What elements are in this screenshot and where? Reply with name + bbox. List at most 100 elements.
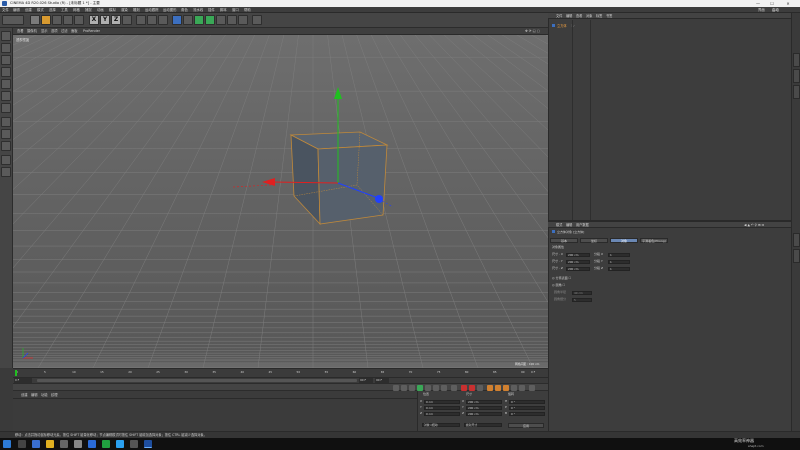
z-axis-lock-icon[interactable]: Z (111, 15, 121, 25)
close-button[interactable]: ✕ (782, 0, 794, 7)
make-editable-icon[interactable] (1, 31, 11, 41)
texture-mode-icon[interactable] (1, 55, 11, 65)
rot-b-field[interactable]: 0 ° (509, 411, 545, 416)
mail-icon[interactable] (74, 440, 82, 448)
object-row-cube[interactable]: 立方体 ⁝ ✓ (552, 24, 592, 29)
attr-nav-icons[interactable]: ◀ ▲ ↶ ⚲ ⊞ ⊡ (744, 222, 764, 228)
fillet-subdivision-input[interactable]: 5 (572, 297, 592, 302)
scale-tool-icon[interactable] (52, 15, 62, 25)
live-select-icon[interactable] (30, 15, 40, 25)
size-z-input[interactable]: 200 cm (566, 266, 590, 271)
viewport-menu-panel[interactable]: 面板 (71, 28, 78, 35)
render-view-icon[interactable] (136, 15, 146, 25)
attr-tab-object[interactable]: 对象 (610, 238, 638, 243)
seg-x-input[interactable]: 1 (608, 252, 630, 257)
workplane-icon[interactable] (1, 67, 11, 77)
rot-p-field[interactable]: 0 ° (509, 405, 545, 410)
attr-tab-phong[interactable]: 平滑着色(Phong) (640, 238, 668, 243)
cinema4d-taskbar-icon[interactable] (144, 440, 152, 448)
obj-menu-tags[interactable]: 标签 (596, 13, 602, 19)
polygons-mode-icon[interactable] (1, 103, 11, 113)
model-mode-icon[interactable] (1, 43, 11, 53)
light-icon[interactable] (252, 15, 262, 25)
photos-icon[interactable] (88, 440, 96, 448)
obj-menu-view[interactable]: 查看 (576, 13, 582, 19)
minimize-button[interactable]: — (752, 0, 764, 7)
floor-icon[interactable] (227, 15, 237, 25)
cube-object-icon[interactable] (172, 15, 182, 25)
viewport-menu-prorender[interactable]: ProRender (83, 28, 100, 35)
object-visibility-dots[interactable]: ⁝ ✓ (571, 24, 576, 28)
fillet-radius-input[interactable]: 40 cm (572, 290, 592, 295)
file-explorer-icon[interactable] (46, 440, 54, 448)
edges-mode-icon[interactable] (1, 91, 11, 101)
size-mode-dropdown[interactable]: 绝对尺寸 (464, 423, 502, 427)
render-settings-icon[interactable] (158, 15, 168, 25)
wechat-icon[interactable] (102, 440, 110, 448)
subdivision-icon[interactable] (194, 15, 204, 25)
timeline-scrub-bar[interactable] (37, 379, 357, 382)
camera-icon[interactable] (238, 15, 248, 25)
apply-button[interactable]: 应用 (508, 423, 544, 428)
viewport-menu-view[interactable]: 查看 (17, 28, 24, 35)
pos-x-field[interactable]: 0 cm (424, 399, 460, 404)
obj-menu-file[interactable]: 文件 (556, 13, 562, 19)
coord-mode-dropdown[interactable]: 对象 (相对) (422, 423, 460, 427)
size-x-field[interactable]: 200 cm (466, 399, 502, 404)
axis-mode-icon[interactable] (1, 117, 11, 127)
object-name[interactable]: 立方体 (557, 24, 567, 28)
size-y-input[interactable]: 200 cm (566, 259, 590, 264)
edge-browser-icon[interactable] (32, 440, 40, 448)
separate-surfaces-checkbox[interactable]: ◎ 分离表面 ☐ (552, 276, 571, 281)
viewport-menu-filter[interactable]: 过滤 (61, 28, 68, 35)
side-tab-objects[interactable] (793, 53, 800, 67)
obj-menu-edit[interactable]: 编辑 (566, 13, 572, 19)
y-axis-lock-icon[interactable]: Y (100, 15, 110, 25)
perspective-viewport[interactable]: 透视视图 网格间距 : 100 cm (13, 35, 548, 368)
viewport-nav-icons[interactable]: ✥ ⟳ ◱ ▢ (525, 28, 540, 35)
obj-menu-bookmarks[interactable]: 书签 (606, 13, 612, 19)
size-y-field[interactable]: 200 cm (466, 405, 502, 410)
points-mode-icon[interactable] (1, 79, 11, 89)
side-tab-attributes[interactable] (793, 233, 800, 247)
viewport-menu-options[interactable]: 选项 (51, 28, 58, 35)
timeline-ruler[interactable]: 051015202530354045505560657075808590 0 F… (13, 368, 548, 383)
playhead-marker[interactable] (15, 370, 17, 376)
tweak-mode-icon[interactable] (1, 129, 11, 139)
obj-menu-objects[interactable]: 对象 (586, 13, 592, 19)
seg-y-input[interactable]: 1 (608, 259, 630, 264)
app-icon[interactable] (130, 440, 138, 448)
side-tab-layers[interactable] (793, 249, 800, 263)
attr-tab-basic[interactable]: 基本 (550, 238, 578, 243)
cloner-icon[interactable] (205, 15, 215, 25)
recent-tools-icon[interactable] (74, 15, 84, 25)
rotate-tool-icon[interactable] (63, 15, 73, 25)
size-x-input[interactable]: 200 cm (566, 252, 590, 257)
rot-h-field[interactable]: 0 ° (509, 399, 545, 404)
maximize-button[interactable]: ☐ (766, 0, 778, 7)
attr-tab-coord[interactable]: 坐标 (580, 238, 608, 243)
coordinate-system-icon[interactable] (122, 15, 132, 25)
windows-start-icon[interactable] (3, 440, 11, 448)
deformer-icon[interactable] (216, 15, 226, 25)
snap-icon[interactable] (1, 141, 11, 151)
side-tab-takes[interactable] (793, 69, 800, 83)
size-z-field[interactable]: 200 cm (466, 411, 502, 416)
undo-redo-icon[interactable] (2, 15, 24, 25)
lock-workplane-icon[interactable] (1, 167, 11, 177)
x-axis-lock-icon[interactable]: X (89, 15, 99, 25)
search-icon[interactable] (18, 440, 26, 448)
move-tool-icon[interactable] (41, 15, 51, 25)
fillet-checkbox[interactable]: ◎ 圆角 ☐ (552, 283, 565, 288)
viewport-menu-cameras[interactable]: 摄像机 (27, 28, 37, 35)
pen-spline-icon[interactable] (183, 15, 193, 25)
attr-menu-mode[interactable]: 模式 (556, 222, 562, 228)
solo-mode-icon[interactable] (1, 155, 11, 165)
store-icon[interactable] (60, 440, 68, 448)
attr-menu-edit[interactable]: 编辑 (566, 222, 572, 228)
render-picture-viewer-icon[interactable] (147, 15, 157, 25)
qq-icon[interactable] (116, 440, 124, 448)
seg-z-input[interactable]: 1 (608, 266, 630, 271)
viewport-menu-display[interactable]: 显示 (41, 28, 48, 35)
pos-z-field[interactable]: 0 cm (424, 411, 460, 416)
